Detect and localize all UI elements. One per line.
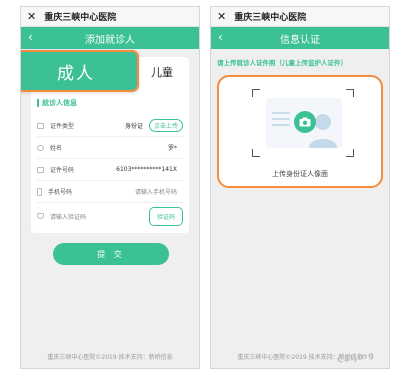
tab-child[interactable]: 儿童 <box>151 64 173 80</box>
id-number-value: 6103**********141X <box>116 166 177 173</box>
user-icon <box>37 144 44 151</box>
id-number-icon <box>37 166 44 173</box>
name-label: 姓名 <box>50 145 63 152</box>
id-upload-card[interactable]: 上传身份证人像面 <box>217 75 383 188</box>
wechat-title: 重庆三峡中心医院 <box>44 13 117 23</box>
id-number-row[interactable]: 证件号码 6103**********141X <box>37 159 183 181</box>
phone-label: 手机号码 <box>48 189 73 196</box>
page-title: 信息认证 <box>280 34 320 46</box>
id-card-icon <box>37 122 44 129</box>
wechat-title-bar: ✕ 重庆三峡中心医院 <box>211 7 389 27</box>
id-card-illustration <box>266 98 342 148</box>
upload-label: 上传身份证人像面 <box>272 170 328 178</box>
verify-code-input[interactable]: 请输入验证码 <box>50 212 149 221</box>
phone-input[interactable]: 请输入手机号码 <box>94 187 183 196</box>
phone-verify-info: ✕ 重庆三峡中心医院 ‹ 信息认证 请上传就诊人证件照（儿童上传监护人证件） 上… <box>210 6 390 369</box>
submit-button[interactable]: 提 交 <box>53 243 169 265</box>
section-title: 就诊人信息 <box>37 99 183 107</box>
page-header: ‹ 添加就诊人 <box>21 27 199 49</box>
tab-adult[interactable]: 成人 <box>21 50 139 92</box>
patient-type-tabs: 成人 儿童 <box>21 50 189 92</box>
back-arrow-icon[interactable]: ‹ <box>218 30 223 44</box>
get-code-button[interactable]: 验证码 <box>148 206 183 226</box>
upload-tip: 请上传就诊人证件照（儿童上传监护人证件） <box>217 59 347 67</box>
phone-add-patient: ✕ 重庆三峡中心医院 ‹ 添加就诊人 成人 儿童 就诊人信息 证件类型 身份证 … <box>20 6 200 369</box>
phone-icon <box>37 187 42 196</box>
name-value: 罗* <box>167 145 177 152</box>
page-header: ‹ 信息认证 <box>211 27 389 49</box>
page-title: 添加就诊人 <box>85 34 135 46</box>
id-type-value: 身份证 <box>124 123 143 130</box>
click-upload-button[interactable]: 点击上传 <box>148 119 183 132</box>
camera-icon[interactable] <box>294 111 316 133</box>
close-icon[interactable]: ✕ <box>27 11 36 22</box>
close-icon[interactable]: ✕ <box>217 11 226 22</box>
patient-form: 就诊人信息 证件类型 身份证 点击上传 姓名 罗* 证件号码 6103*****… <box>31 87 189 233</box>
wechat-title: 重庆三峡中心医院 <box>234 13 307 23</box>
name-row[interactable]: 姓名 罗* <box>37 137 183 159</box>
wechat-title-bar: ✕ 重庆三峡中心医院 <box>21 7 199 27</box>
verify-code-row[interactable]: 请输入验证码 验证码 <box>37 203 183 229</box>
id-number-label: 证件号码 <box>50 167 75 174</box>
id-type-row[interactable]: 证件类型 身份证 点击上传 <box>37 115 183 137</box>
id-card-frame <box>252 89 354 157</box>
back-arrow-icon[interactable]: ‹ <box>28 30 33 44</box>
footer-text: 重庆三峡中心医院©2019 技术支持：新桥信息 <box>47 354 173 361</box>
id-type-label: 证件类型 <box>50 123 75 130</box>
shield-icon <box>37 213 44 219</box>
phone-row[interactable]: 手机号码 请输入手机号码 <box>37 181 183 203</box>
